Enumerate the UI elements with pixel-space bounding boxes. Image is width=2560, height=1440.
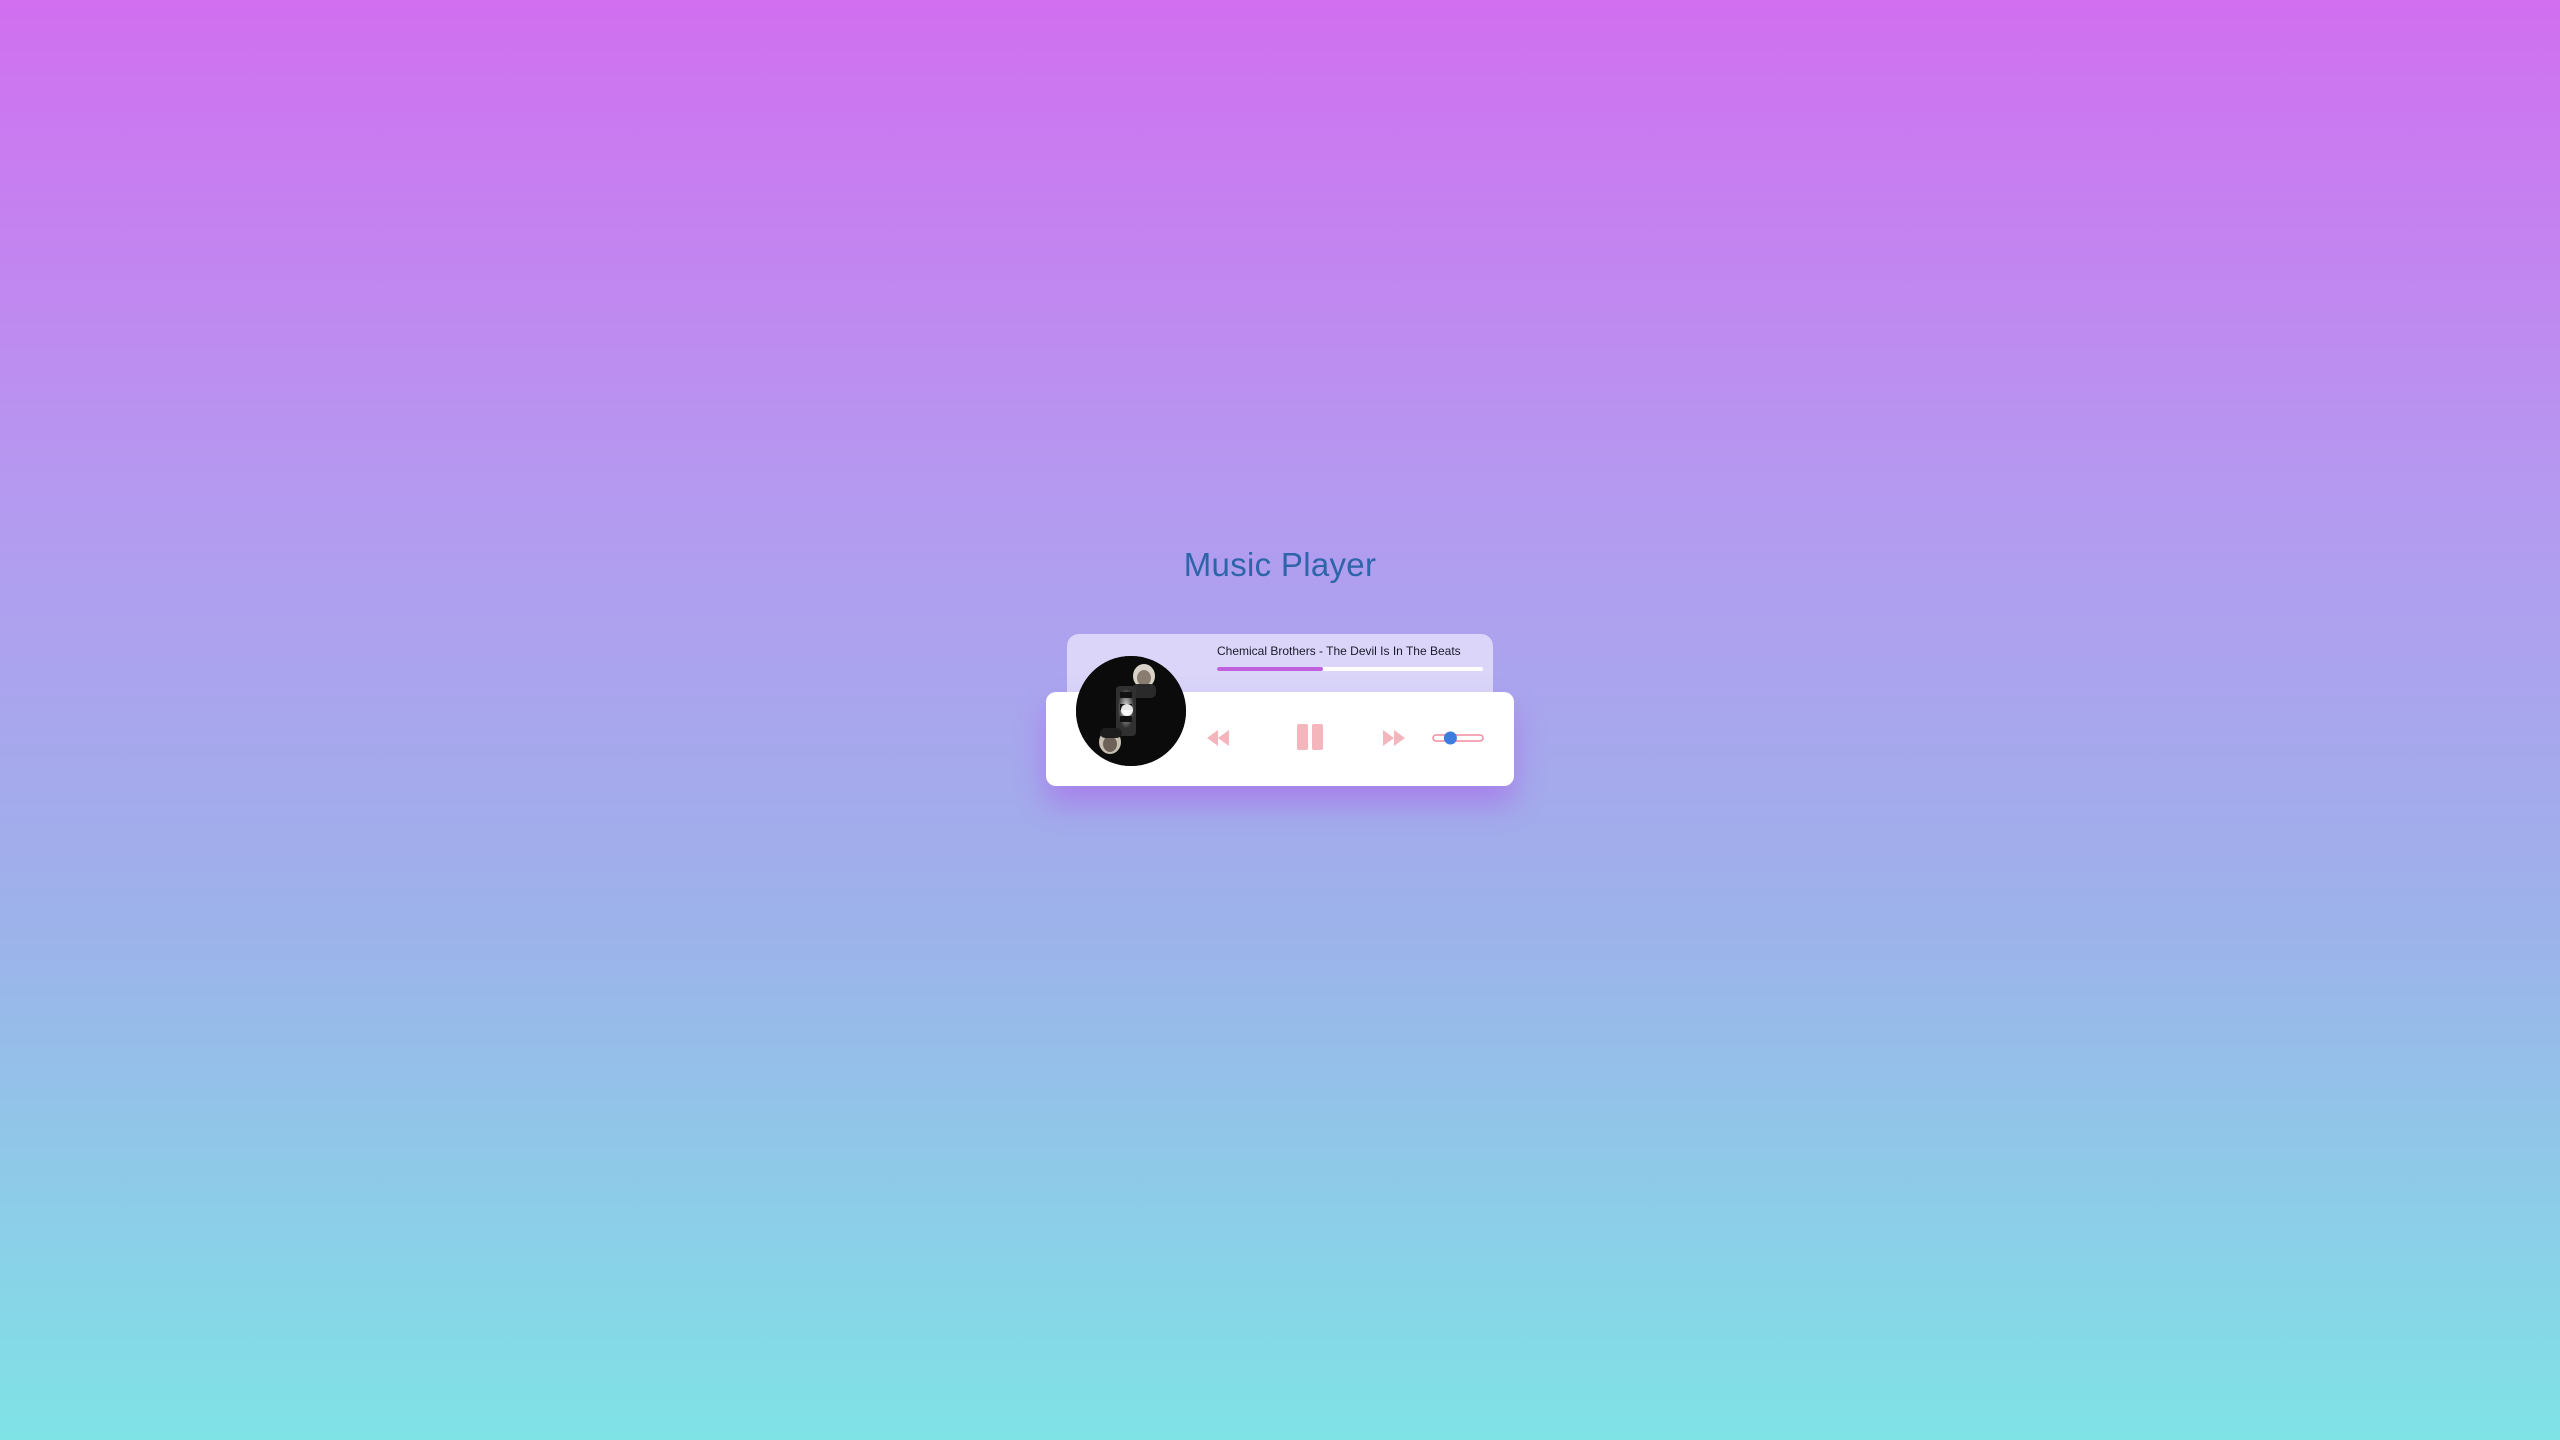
album-art <box>1076 656 1186 766</box>
progress-fill <box>1217 667 1324 671</box>
track-title: Chemical Brothers - The Devil Is In The … <box>1217 644 1461 658</box>
volume-slider-graphic <box>1432 731 1484 745</box>
page-title: Music Player <box>1183 546 1377 583</box>
volume-thumb[interactable] <box>1443 731 1457 745</box>
pause-icon <box>1297 724 1323 750</box>
album-art-image <box>1076 656 1186 766</box>
rewind-icon <box>1207 730 1229 746</box>
fast-forward-icon <box>1383 730 1405 746</box>
music-player: Chemical Brothers - The Devil Is In The … <box>1046 634 1514 786</box>
progress-bar[interactable] <box>1217 667 1483 671</box>
